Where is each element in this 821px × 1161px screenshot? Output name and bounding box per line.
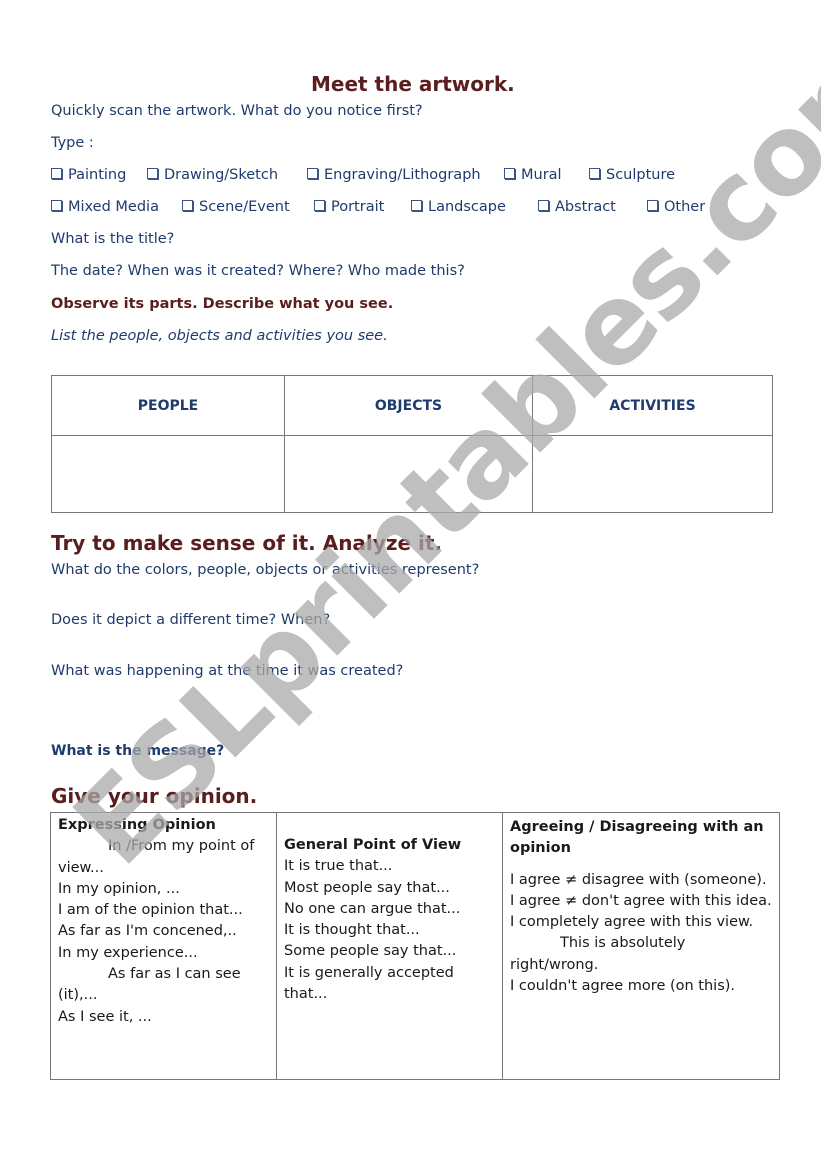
checkbox-painting[interactable]: Painting [51,167,126,183]
checkbox-scene-event[interactable]: Scene/Event [182,199,290,215]
column-heading: Expressing Opinion [58,817,216,833]
checkbox-icon [314,200,325,211]
column-agreeing-disagreeing: Agreeing / Disagreeing with an opinion I… [502,812,780,1080]
checkbox-icon [182,200,193,211]
phrase: In my opinion, ... [58,880,180,897]
phrase: Some people say that... [284,943,457,960]
checkbox-icon [589,168,600,179]
phrase: As I see it, ... [58,1008,152,1025]
phrase: that... [284,986,328,1003]
checkbox-icon [147,168,158,179]
phrase: view... [58,859,104,876]
checkbox-mural[interactable]: Mural [504,167,562,183]
checkbox-icon [51,200,62,211]
header-objects: OBJECTS [284,375,533,436]
phrase: In my experience... [58,944,198,961]
checkbox-icon [538,200,549,211]
checkbox-icon [647,200,658,211]
observe-instruction: List the people, objects and activities … [51,328,388,344]
checkbox-icon [411,200,422,211]
column-general-point-of-view: General Point of View It is true that...… [276,812,503,1080]
page-title: Meet the artwork. [311,72,515,96]
phrase: right/wrong. [510,956,599,973]
phrase: I agree ≠ disagree with (someone). [510,871,767,888]
phrase: As far as I'm concened,.. [58,923,237,940]
analyze-question-2: Does it depict a different time? When? [51,612,331,628]
phrase: It is thought that... [284,922,420,939]
question-title: What is the title? [51,231,175,247]
type-label: Type : [51,135,94,151]
header-activities: ACTIVITIES [532,375,773,436]
analyze-question-1: What do the colors, people, objects or a… [51,562,480,578]
column-heading: Agreeing / Disagreeing with an opinion [510,819,764,857]
checkbox-abstract[interactable]: Abstract [538,199,616,215]
checkbox-other[interactable]: Other [647,199,705,215]
column-expressing-opinion: Expressing Opinion In /From my point of … [50,812,277,1080]
phrase: I am of the opinion that... [58,902,243,919]
phrase: Most people say that... [284,879,450,896]
phrase: In /From my point of [108,838,255,855]
phrase: I completely agree with this view. [510,914,754,931]
header-people: PEOPLE [51,375,285,436]
phrase: It is generally accepted [284,964,454,981]
column-heading: General Point of View [284,837,462,853]
question-date: The date? When was it created? Where? Wh… [51,263,465,279]
checkbox-icon [51,168,62,179]
opinion-table: Expressing Opinion In /From my point of … [50,812,780,1080]
phrase: (it),... [58,987,98,1004]
message-question: What is the message? [51,743,225,759]
analyze-heading: Try to make sense of it. Analyze it. [51,531,443,555]
checkbox-sculpture[interactable]: Sculpture [589,167,675,183]
phrase: This is absolutely [560,935,686,952]
checkbox-landscape[interactable]: Landscape [411,199,506,215]
checkbox-icon [307,168,318,179]
phrase: No one can argue that... [284,900,461,917]
phrase: I agree ≠ don't agree with this idea. [510,892,772,909]
phrase: As far as I can see [108,966,241,983]
intro-question: Quickly scan the artwork. What do you no… [51,103,423,119]
analyze-question-3: What was happening at the time it was cr… [51,663,404,679]
checkbox-portrait[interactable]: Portrait [314,199,384,215]
cell-objects[interactable] [284,435,533,513]
checkbox-icon [504,168,515,179]
observe-heading: Observe its parts. Describe what you see… [51,296,394,312]
checkbox-drawing[interactable]: Drawing/Sketch [147,167,278,183]
checkbox-mixed-media[interactable]: Mixed Media [51,199,159,215]
cell-activities[interactable] [532,435,773,513]
phrase: It is true that... [284,858,393,875]
phrase: I couldn't agree more (on this). [510,978,736,995]
observation-table: PEOPLE OBJECTS ACTIVITIES [51,375,773,513]
checkbox-engraving[interactable]: Engraving/Lithograph [307,167,481,183]
opinion-heading: Give your opinion. [51,784,258,808]
cell-people[interactable] [51,435,285,513]
